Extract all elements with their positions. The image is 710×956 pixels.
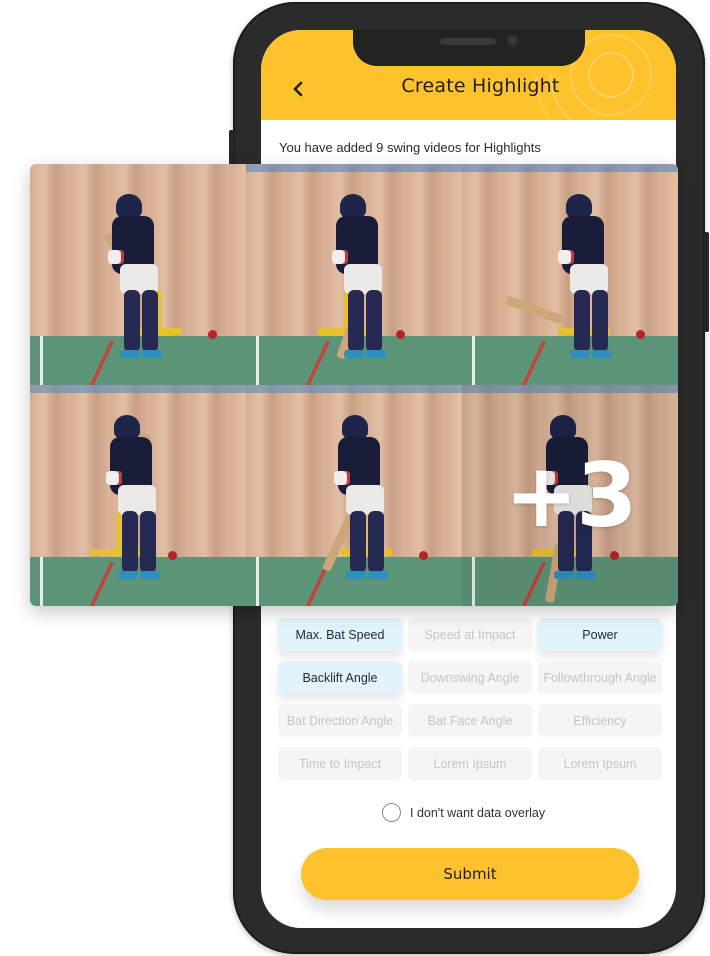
no-data-overlay-label: I don't want data overlay [410,805,546,820]
metric-chip[interactable]: Bat Face Angle [408,704,532,737]
leg-pad [348,290,364,352]
swing-video-thumbnail[interactable] [30,385,246,606]
shoe [140,571,160,579]
phone-notch [353,30,585,66]
shoe [368,571,388,579]
metric-chip[interactable]: Lorem Ipsum [538,747,662,780]
no-data-overlay-option[interactable]: I don't want data overlay [382,803,545,822]
swing-video-thumbnail[interactable] [246,385,462,606]
floor-line [40,557,43,606]
batter-figure [98,413,178,603]
net-backdrop [30,385,246,393]
metric-chip[interactable]: Backlift Angle [278,661,402,694]
shoe [346,571,366,579]
speaker-grille [440,38,496,45]
metric-chip[interactable]: Lorem Ipsum [408,747,532,780]
glove [106,471,122,485]
helmet [342,415,368,439]
swing-video-thumbnail[interactable] [246,164,462,385]
helmet [566,194,592,218]
metric-chip[interactable]: Followthrough Angle [538,661,662,694]
leg-pad [592,290,608,352]
metric-selector: Max. Bat Speed Speed at Impact Power Backli… [278,618,662,780]
front-camera [506,34,519,47]
helmet [116,194,142,218]
net-backdrop [462,164,678,172]
metric-chip[interactable]: Max. Bat Speed [278,618,402,651]
glove [334,471,350,485]
swing-video-collage: +3 [30,164,678,606]
shoe [366,350,386,358]
glove [332,250,348,264]
floor-line [256,557,259,606]
helmet [114,415,140,439]
no-data-overlay-radio[interactable] [382,803,401,822]
leg-pad [124,290,140,352]
net-backdrop [246,385,462,393]
leg-pad [140,511,156,573]
app-header: Create Highlight [261,30,676,120]
cricket-ball [419,551,428,560]
shoe [592,350,612,358]
metric-chip[interactable]: Efficiency [538,704,662,737]
floor-line [256,336,259,385]
leg-pad [366,290,382,352]
batter-figure [324,192,404,382]
helmet [340,194,366,218]
page-title: Create Highlight [401,75,560,97]
leg-pad [574,290,590,352]
glove [108,250,124,264]
shoe [142,350,162,358]
batter-figure [504,192,630,382]
batter-figure [321,413,406,603]
floor-line [40,336,43,385]
metric-chip[interactable]: Bat Direction Angle [278,704,402,737]
shoe [570,350,590,358]
cricket-ball [208,330,217,339]
shoe [118,571,138,579]
glove [558,250,574,264]
batter-figure [100,192,180,382]
more-videos-count: +3 [462,385,678,606]
metric-chip[interactable]: Power [538,618,662,651]
leg-pad [368,511,384,573]
net-backdrop [246,164,462,172]
swing-video-thumbnail[interactable] [30,164,246,385]
metric-chip[interactable]: Speed at Impact [408,618,532,651]
leg-pad [122,511,138,573]
swing-video-thumbnail[interactable]: +3 [462,385,678,606]
videos-added-message: You have added 9 swing videos for Highli… [279,140,541,155]
leg-pad [350,511,366,573]
metric-chip[interactable]: Downswing Angle [408,661,532,694]
submit-button[interactable]: Submit [301,848,639,900]
metric-chip[interactable]: Time to Impact [278,747,402,780]
leg-pad [142,290,158,352]
phone-side-button [229,130,234,166]
phone-power-button [704,232,709,332]
shoe [120,350,140,358]
swing-video-thumbnail[interactable] [462,164,678,385]
floor-line [472,336,475,385]
cricket-ball [636,330,645,339]
shoe [344,350,364,358]
